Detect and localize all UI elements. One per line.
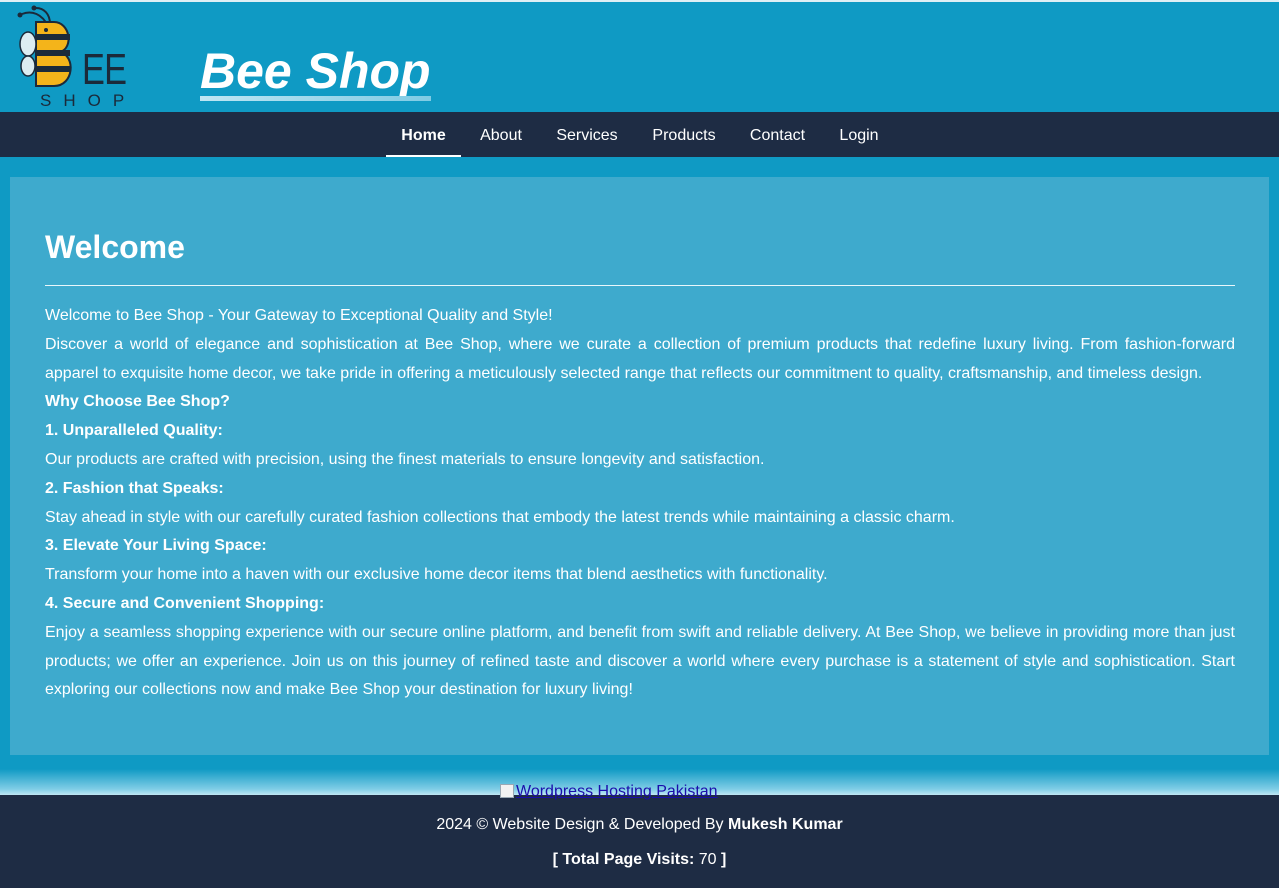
visits-label: Total Page Visits: [562, 851, 695, 868]
main-nav: Home About Services Products Contact Log… [0, 112, 1279, 157]
intro-paragraph: Discover a world of elegance and sophist… [45, 335, 1235, 382]
visits-bracket-open: [ [552, 851, 558, 868]
point-text: Our products are crafted with precision,… [45, 450, 765, 468]
nav-services[interactable]: Services [546, 112, 628, 157]
site-title[interactable]: Bee Shop [200, 42, 431, 100]
nav-home[interactable]: Home [386, 112, 461, 157]
nav-login[interactable]: Login [829, 112, 889, 157]
hosting-link-text: Wordpress Hosting Pakistan [516, 783, 718, 800]
page-visits: [ Total Page Visits: 70 ] [0, 851, 1279, 869]
point-title: 1. Unparalleled Quality: [45, 422, 223, 440]
broken-image-icon [500, 784, 514, 798]
page-heading: Welcome [45, 229, 185, 265]
copyright-line: 2024 © Website Design & Developed By Muk… [0, 816, 1279, 834]
point-text: Enjoy a seamless shopping experience wit… [45, 623, 1235, 699]
page: EE SHOP Bee Shop Home About Services Pro… [0, 0, 1279, 888]
copyright-text: 2024 © Website Design & Developed By [436, 816, 724, 833]
point-text: Stay ahead in style with our carefully c… [45, 508, 955, 526]
nav-products[interactable]: Products [642, 112, 726, 157]
point-title: 3. Elevate Your Living Space: [45, 537, 267, 555]
title-underline [200, 96, 431, 101]
point-title: 4. Secure and Convenient Shopping: [45, 594, 325, 612]
logo-subtitle: SHOP [40, 91, 137, 110]
site-header: EE SHOP Bee Shop [0, 0, 1279, 112]
heading-divider [45, 285, 1235, 286]
site-footer: 2024 © Website Design & Developed By Muk… [0, 795, 1279, 888]
logo-letters: EE [82, 45, 127, 94]
author-name: Mukesh Kumar [727, 816, 843, 833]
intro-line: Welcome to Bee Shop - Your Gateway to Ex… [45, 307, 553, 324]
bee-shop-logo[interactable]: EE SHOP [14, 4, 127, 114]
welcome-text: Welcome to Bee Shop - Your Gateway to Ex… [45, 302, 1235, 705]
visits-bracket-close: ] [721, 851, 727, 868]
why-heading: Why Choose Bee Shop? [45, 393, 230, 411]
hosting-link[interactable]: Wordpress Hosting Pakistan [500, 784, 718, 800]
nav-contact[interactable]: Contact [740, 112, 815, 157]
point-text: Transform your home into a haven with ou… [45, 566, 828, 584]
visits-count: 70 [698, 851, 717, 868]
point-title: 2. Fashion that Speaks: [45, 479, 224, 497]
nav-about[interactable]: About [466, 112, 536, 157]
main-content: Welcome Welcome to Bee Shop - Your Gatew… [10, 177, 1269, 755]
